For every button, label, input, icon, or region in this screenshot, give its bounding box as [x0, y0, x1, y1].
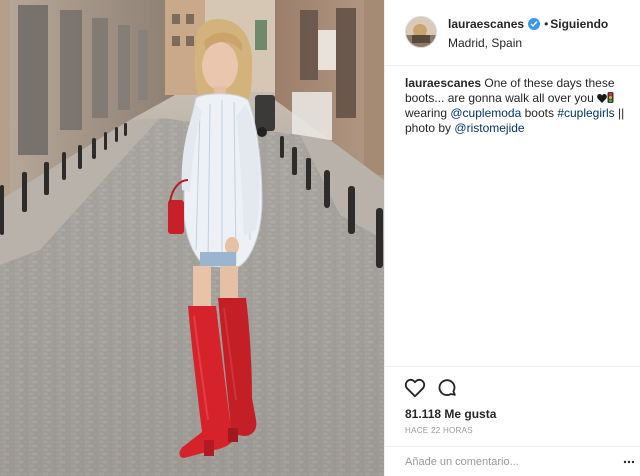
following-button[interactable]: Siguiendo: [550, 17, 608, 31]
caption-text-5: photo by: [405, 121, 452, 135]
post-caption: lauraescanes One of these days these boo…: [405, 76, 629, 136]
black-heart-icon: [597, 94, 607, 103]
comment-input[interactable]: [405, 453, 605, 471]
hashtag-cuplegirls[interactable]: #cuplegirls: [557, 106, 614, 120]
post-location[interactable]: Madrid, Spain: [448, 36, 522, 50]
avatar[interactable]: [405, 16, 437, 48]
verified-badge-icon: [528, 18, 541, 30]
post-header: lauraescanes • Siguiendo Madrid, Spain: [385, 0, 640, 66]
comment-bubble-icon: [438, 379, 456, 396]
post-actions: 81.118 Me gusta HACE 22 HORAS: [385, 366, 640, 446]
heart-outline-icon: [404, 378, 426, 398]
more-options-icon[interactable]: [623, 459, 635, 465]
post-side-panel: lauraescanes • Siguiendo Madrid, Spain lau…: [384, 0, 640, 476]
comment-button[interactable]: [436, 377, 460, 401]
comment-bar: [385, 446, 640, 476]
author-username[interactable]: lauraescanes: [448, 17, 524, 31]
header-user-line: lauraescanes • Siguiendo: [448, 17, 608, 31]
instagram-post: lauraescanes • Siguiendo Madrid, Spain lau…: [0, 0, 640, 476]
caption-text-4: ||: [618, 106, 625, 120]
caption-username[interactable]: lauraescanes: [405, 76, 481, 90]
caption-text-2: wearing: [405, 106, 448, 120]
like-button[interactable]: [404, 377, 428, 401]
separator-dot: •: [544, 17, 549, 31]
street-photo-illustration: [0, 0, 384, 476]
mention-cuplemoda[interactable]: @cuplemoda: [450, 106, 521, 120]
caption-text-3: boots: [524, 106, 554, 120]
post-timestamp[interactable]: HACE 22 HORAS: [405, 426, 473, 435]
traffic-light-icon: [607, 92, 614, 103]
mention-ristomejide[interactable]: @ristomejide: [454, 121, 524, 135]
likes-count[interactable]: 81.118 Me gusta: [405, 407, 496, 421]
post-photo[interactable]: [0, 0, 384, 476]
